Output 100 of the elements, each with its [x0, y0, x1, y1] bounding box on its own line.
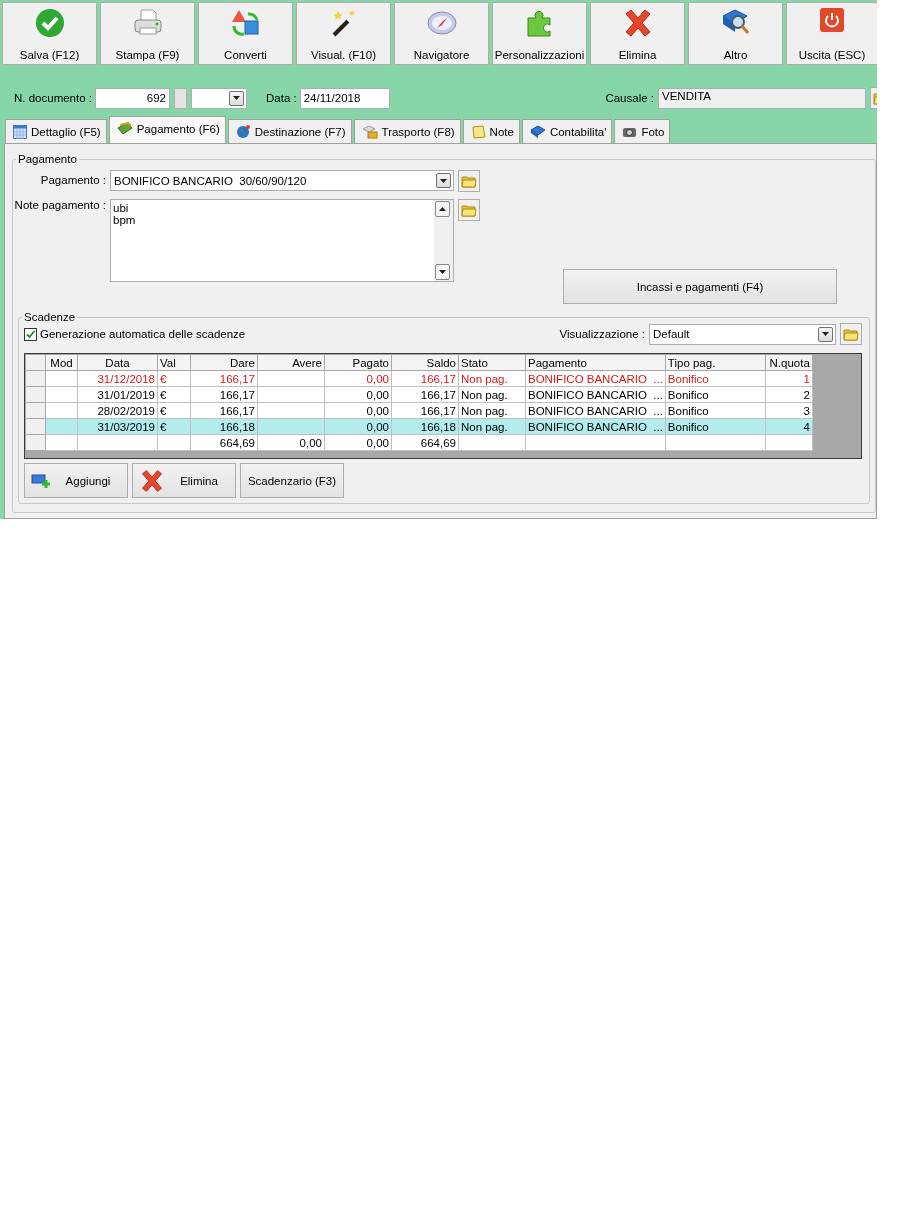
dropdown-arrow-icon [822, 332, 829, 336]
tab[interactable]: Foto [614, 119, 671, 143]
toolbar-button[interactable]: Salva (F12) [2, 2, 97, 65]
table-cell: 166,17 [190, 402, 258, 419]
tab[interactable]: Contabilita' [521, 119, 613, 143]
table-cell: € [157, 386, 191, 403]
note-icon [470, 124, 486, 139]
action-button[interactable]: Scadenzario (F3) [240, 463, 344, 498]
field-label: Visualizzazione : [559, 328, 645, 340]
table-cell: Bonifico [665, 370, 766, 387]
table-cell: 166,17 [391, 402, 459, 419]
column-header[interactable]: Stato [458, 354, 526, 371]
folder-icon [461, 174, 477, 188]
add-window-icon [31, 472, 51, 489]
toolbar-button[interactable]: Visual. (F10) [296, 2, 391, 65]
tab[interactable]: Note [462, 119, 520, 143]
column-header[interactable]: Mod [45, 354, 78, 371]
table-cell [45, 402, 78, 419]
column-header[interactable]: Data [77, 354, 158, 371]
table-cell [257, 370, 325, 387]
folder-button[interactable] [458, 170, 480, 192]
tab[interactable]: Destinazione (F7) [227, 119, 352, 143]
column-header[interactable]: Avere [257, 354, 325, 371]
delete-x-icon [139, 468, 165, 493]
incassi-button[interactable]: Incassi e pagamenti (F4) [563, 269, 837, 304]
checkbox[interactable] [24, 327, 37, 341]
folder-icon [843, 327, 859, 341]
column-header[interactable]: Saldo [391, 354, 459, 371]
camera-icon [622, 125, 638, 138]
book-icon [529, 125, 546, 138]
table-cell: 3 [765, 402, 813, 419]
tab[interactable]: Trasporto (F8) [353, 119, 461, 143]
spin-button[interactable] [174, 87, 187, 109]
action-button[interactable]: Aggiungi [24, 463, 128, 498]
table-cell: 166,17 [190, 386, 258, 403]
group-title: Pagamento [17, 153, 78, 165]
table-cell [45, 370, 78, 387]
table-cell: 166,17 [391, 370, 459, 387]
table-cell: 28/02/2019 [77, 402, 158, 419]
table-cell: 1 [765, 370, 813, 387]
toolbar-button[interactable]: Stampa (F9) [100, 2, 195, 65]
action-button[interactable]: Elimina [132, 463, 236, 498]
table-cell [45, 386, 78, 403]
total-cell [45, 434, 78, 451]
column-header[interactable]: Pagamento [525, 354, 666, 371]
field-label: Causale : [605, 92, 654, 104]
document-number-field[interactable]: 692 [95, 87, 170, 109]
total-cell: 0,00 [324, 434, 392, 451]
tab[interactable]: Pagamento (F6) [108, 116, 226, 143]
globe-icon [235, 124, 251, 139]
folder-button[interactable] [840, 323, 862, 345]
banknotes-icon [116, 121, 133, 136]
table-cell: Bonifico [665, 402, 766, 419]
field-label: Data : [266, 92, 297, 104]
folder-icon [461, 203, 477, 217]
table-cell: € [157, 402, 191, 419]
table-cell: Non pag. [458, 370, 526, 387]
toolbar-button[interactable]: Elimina [590, 2, 685, 65]
tab[interactable]: Dettaglio (F5) [5, 119, 107, 143]
column-header[interactable]: Val [157, 354, 191, 371]
table-cell: BONIFICO BANCARIO ... [525, 402, 666, 419]
toolbar-button[interactable]: Converti [198, 2, 293, 65]
group-title: Scadenze [23, 311, 77, 323]
column-header[interactable]: N.quota [765, 354, 813, 371]
toolbar-button[interactable]: Altro [688, 2, 783, 65]
payment-dropdown[interactable]: BONIFICO BANCARIO 30/60/90/120 [110, 170, 454, 191]
package-icon [361, 124, 378, 139]
date-field[interactable]: 24/11/2018 [299, 87, 390, 109]
dropdown-arrow-icon [440, 178, 447, 183]
column-header[interactable]: Tipo pag. [665, 354, 766, 371]
toolbar-button[interactable]: Uscita (ESC) [786, 2, 877, 65]
series-dropdown[interactable] [191, 87, 247, 109]
calendar-icon [13, 124, 27, 139]
scroll-up-icon[interactable] [435, 201, 450, 217]
table-cell: Non pag. [458, 386, 526, 403]
notes-field[interactable]: ubi bpm [110, 199, 454, 282]
shapes-icon [229, 8, 262, 38]
column-header[interactable]: Pagato [324, 354, 392, 371]
table-cell: 0,00 [324, 402, 392, 419]
table-cell: Non pag. [458, 402, 526, 419]
column-header[interactable]: Dare [190, 354, 258, 371]
total-cell [458, 434, 526, 451]
power-icon [820, 8, 844, 32]
causale-field[interactable]: VENDITA [658, 87, 866, 109]
toolbar-button[interactable]: Personalizzazioni [492, 2, 587, 65]
table-cell [257, 386, 325, 403]
scroll-down-icon[interactable] [435, 264, 450, 280]
total-cell: 664,69 [391, 434, 459, 451]
total-cell: 0,00 [257, 434, 325, 451]
toolbar-button[interactable]: Navigatore [394, 2, 489, 65]
table-cell: BONIFICO BANCARIO ... [525, 386, 666, 403]
folder-button[interactable] [458, 199, 480, 221]
total-cell [765, 434, 813, 451]
table-cell: 31/12/2018 [77, 370, 158, 387]
view-dropdown[interactable]: Default [649, 323, 836, 345]
table-cell: 166,17 [391, 386, 459, 403]
compass-icon [425, 8, 458, 38]
field-label: N. documento : [14, 92, 92, 104]
table-cell: 2 [765, 386, 813, 403]
dropdown-arrow-icon [233, 96, 240, 100]
